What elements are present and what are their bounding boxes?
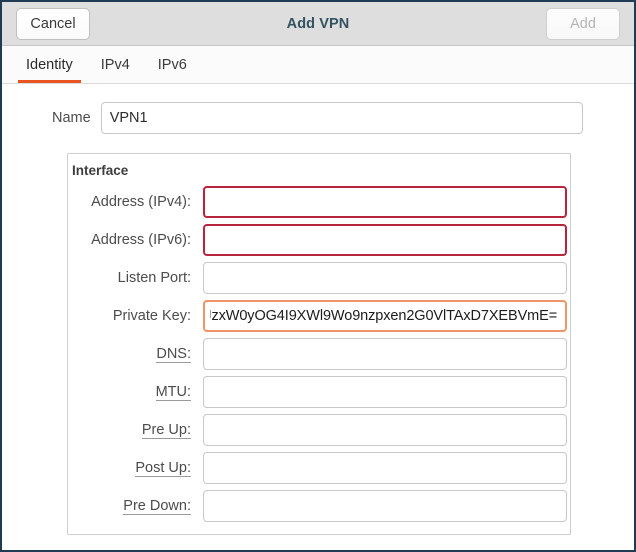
add-vpn-dialog: Cancel Add VPN Add Identity IPv4 IPv6 Na… [0, 0, 636, 552]
name-label: Name [52, 110, 91, 126]
input-dns[interactable] [203, 338, 567, 370]
interface-fields: Address (IPv4): Address (IPv6): Listen P… [68, 186, 570, 522]
label-address-ipv6: Address (IPv6): [68, 232, 203, 248]
input-mtu[interactable] [203, 376, 567, 408]
input-post-up[interactable] [203, 452, 567, 484]
add-button[interactable]: Add [546, 8, 620, 40]
tab-bar: Identity IPv4 IPv6 [2, 46, 634, 84]
identity-panel: Name Interface Address (IPv4): Address (… [2, 102, 634, 535]
input-private-key[interactable] [203, 300, 567, 332]
label-mtu: MTU: [68, 384, 203, 400]
label-pre-up: Pre Up: [68, 422, 203, 438]
interface-group-title: Interface [68, 163, 570, 186]
name-row: Name [2, 102, 583, 134]
label-private-key: Private Key: [68, 308, 203, 324]
label-listen-port: Listen Port: [68, 270, 203, 286]
dialog-header: Cancel Add VPN Add [2, 2, 634, 46]
input-listen-port[interactable] [203, 262, 567, 294]
label-post-up: Post Up: [68, 460, 203, 476]
label-mtu-text: MTU: [156, 384, 191, 401]
cancel-button[interactable]: Cancel [16, 8, 90, 40]
tab-identity[interactable]: Identity [12, 46, 87, 83]
tab-ipv6[interactable]: IPv6 [144, 46, 201, 83]
dialog-title: Add VPN [2, 16, 634, 32]
label-dns: DNS: [68, 346, 203, 362]
label-dns-text: DNS: [156, 346, 191, 363]
label-pre-down: Pre Down: [68, 498, 203, 514]
name-input[interactable] [101, 102, 583, 134]
input-address-ipv4[interactable] [203, 186, 567, 218]
tab-ipv4[interactable]: IPv4 [87, 46, 144, 83]
label-pre-up-text: Pre Up: [142, 422, 191, 439]
label-pre-down-text: Pre Down: [123, 498, 191, 515]
interface-group: Interface Address (IPv4): Address (IPv6)… [67, 153, 571, 535]
input-pre-down[interactable] [203, 490, 567, 522]
label-address-ipv4: Address (IPv4): [68, 194, 203, 210]
input-address-ipv6[interactable] [203, 224, 567, 256]
input-pre-up[interactable] [203, 414, 567, 446]
label-post-up-text: Post Up: [135, 460, 191, 477]
